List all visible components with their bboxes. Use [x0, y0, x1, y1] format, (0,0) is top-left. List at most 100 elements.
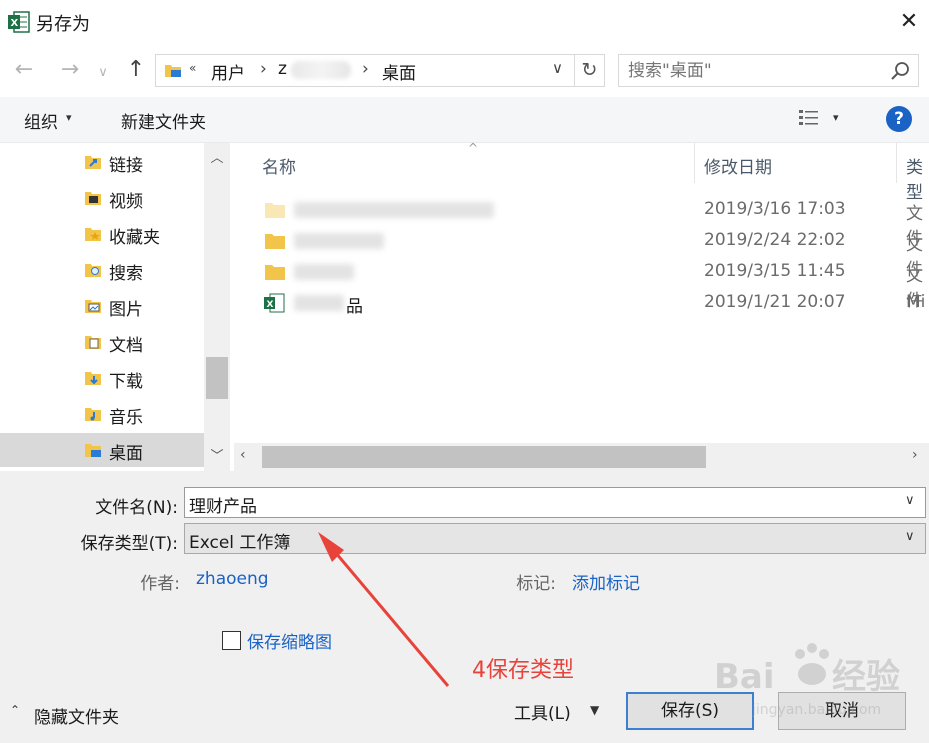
sidebar-item-search[interactable]: 搜索: [0, 253, 204, 287]
redacted-file-name: [294, 295, 344, 311]
view-caret-icon[interactable]: ▾: [833, 111, 839, 124]
excel-icon: X: [8, 11, 30, 33]
column-divider[interactable]: [896, 143, 897, 183]
folder-icon: [265, 265, 285, 280]
svg-text:经验: 经验: [832, 657, 900, 697]
file-type: Mi: [906, 292, 926, 312]
organize-caret-icon[interactable]: ▾: [66, 111, 72, 124]
breadcrumb-separator[interactable]: ›: [260, 59, 267, 79]
sidebar-scrollbar[interactable]: ︿ ﹀: [204, 143, 230, 471]
filetype-select[interactable]: Excel 工作簿 ∨: [184, 523, 926, 554]
table-row[interactable]: 2019/3/16 17:03 文件: [234, 194, 929, 249]
desktop-folder-icon: [85, 444, 101, 457]
help-icon[interactable]: ?: [886, 106, 912, 132]
hide-folders-button[interactable]: 隐藏文件夹: [34, 703, 119, 728]
chevron-down-icon[interactable]: ∨: [905, 529, 915, 544]
recent-locations-button[interactable]: ∨: [94, 58, 112, 84]
view-options-icon[interactable]: [798, 108, 820, 128]
forward-button[interactable]: →: [54, 55, 86, 85]
scroll-left-icon[interactable]: ‹: [240, 447, 246, 463]
sidebar-item-links[interactable]: 链接: [0, 145, 204, 179]
redacted-file-name: [294, 233, 384, 249]
navigation-pane: 链接 视频 收藏夹 搜索 图片 文档 下载 音乐 桌面 ︿ ﹀: [0, 143, 232, 471]
svg-text:X: X: [267, 300, 274, 310]
file-list: ^ 名称 修改日期 类型 2019/3/16 17:03 文件 2019/2/2…: [234, 141, 929, 443]
baidu-watermark-logo: Bai 经验 jingyan.baidu.com: [714, 643, 900, 718]
desktop-folder-icon: [165, 65, 181, 77]
sidebar-item-label: 搜索: [109, 264, 143, 284]
sidebar-item-pictures[interactable]: 图片: [0, 289, 204, 323]
pictures-folder-icon: [85, 300, 101, 313]
breadcrumb-separator[interactable]: ›: [362, 59, 369, 79]
file-date: 2019/1/21 20:07: [704, 292, 846, 312]
scroll-up-icon[interactable]: ︿: [204, 147, 230, 169]
author-label: 作者:: [140, 574, 180, 594]
filetype-value[interactable]: Excel 工作簿: [189, 528, 290, 553]
file-date: 2019/2/24 22:02: [704, 230, 846, 250]
filename-value[interactable]: 理财产品: [189, 492, 257, 517]
refresh-button[interactable]: ↻: [574, 55, 604, 86]
organize-button[interactable]: 组织: [24, 108, 58, 133]
up-button[interactable]: ↑: [120, 55, 152, 85]
sidebar-item-label: 桌面: [109, 444, 143, 464]
tools-button[interactable]: 工具(L): [514, 699, 571, 724]
save-thumbnail-label[interactable]: 保存缩略图: [247, 628, 332, 653]
scrollbar-thumb[interactable]: [206, 357, 228, 399]
filename-field[interactable]: 理财产品 ∨: [184, 487, 926, 518]
tools-caret-icon[interactable]: ▼: [590, 703, 599, 717]
search-icon[interactable]: [889, 60, 911, 82]
sidebar-item-music[interactable]: 音乐: [0, 397, 204, 431]
sidebar-item-favorites[interactable]: 收藏夹: [0, 217, 204, 251]
scrollbar-thumb[interactable]: [262, 446, 706, 468]
filename-label: 文件名(N):: [95, 498, 178, 518]
redacted-file-name: [294, 202, 494, 218]
folder-icon: [265, 234, 285, 249]
sidebar-item-videos[interactable]: 视频: [0, 181, 204, 215]
table-row[interactable]: 2019/2/24 22:02 文件: [234, 225, 929, 280]
downloads-folder-icon: [85, 372, 101, 385]
sidebar-item-label: 音乐: [109, 408, 143, 428]
svg-text:X: X: [11, 18, 19, 29]
horizontal-scrollbar[interactable]: ‹ ›: [234, 443, 929, 471]
sidebar-item-label: 图片: [109, 300, 143, 320]
back-button[interactable]: ←: [8, 55, 40, 85]
sort-indicator-icon: ^: [468, 141, 479, 155]
new-folder-button[interactable]: 新建文件夹: [121, 108, 206, 133]
file-date: 2019/3/16 17:03: [704, 199, 846, 219]
file-name-partial: 品: [346, 297, 363, 317]
sidebar-item-label: 链接: [109, 156, 143, 176]
chevron-down-icon[interactable]: ∨: [905, 493, 915, 508]
sidebar-item-documents[interactable]: 文档: [0, 325, 204, 359]
author-value[interactable]: zhaoeng: [196, 569, 269, 589]
close-button[interactable]: ✕: [894, 8, 924, 36]
save-thumbnail-checkbox[interactable]: [222, 631, 241, 650]
sidebar-item-label: 视频: [109, 192, 143, 212]
column-divider[interactable]: [694, 143, 695, 183]
column-header-name[interactable]: 名称: [262, 153, 296, 178]
music-folder-icon: [85, 408, 101, 421]
scroll-down-icon[interactable]: ﹀: [204, 445, 230, 467]
sidebar-item-label: 文档: [109, 336, 143, 356]
breadcrumb-users[interactable]: 用户: [211, 59, 245, 84]
redacted-file-name: [294, 264, 354, 280]
search-input[interactable]: [619, 55, 879, 86]
filetype-label: 保存类型(T):: [80, 534, 178, 554]
address-overflow[interactable]: «: [189, 61, 196, 75]
favorites-folder-icon: [85, 228, 101, 241]
sidebar-item-desktop[interactable]: 桌面: [0, 433, 204, 467]
address-bar[interactable]: « 用户 › z › 桌面 ∨ ↻: [155, 54, 605, 87]
search-box[interactable]: [618, 54, 919, 87]
scroll-right-icon[interactable]: ›: [912, 447, 918, 463]
chevron-up-icon[interactable]: ⌃: [10, 703, 20, 717]
breadcrumb-desktop[interactable]: 桌面: [382, 59, 416, 84]
annotation-label: 4保存类型: [472, 658, 574, 683]
column-header-date[interactable]: 修改日期: [704, 153, 772, 178]
svg-text:jingyan.baidu.com: jingyan.baidu.com: [751, 702, 881, 718]
table-row[interactable]: X 品 2019/1/21 20:07 Mi: [234, 287, 929, 318]
add-tags-link[interactable]: 添加标记: [572, 569, 640, 594]
breadcrumb-user[interactable]: z: [278, 59, 287, 79]
video-folder-icon: [85, 192, 101, 205]
address-dropdown-icon[interactable]: ∨: [552, 59, 563, 77]
table-row[interactable]: 2019/3/15 11:45 文件: [234, 256, 929, 311]
sidebar-item-downloads[interactable]: 下载: [0, 361, 204, 395]
